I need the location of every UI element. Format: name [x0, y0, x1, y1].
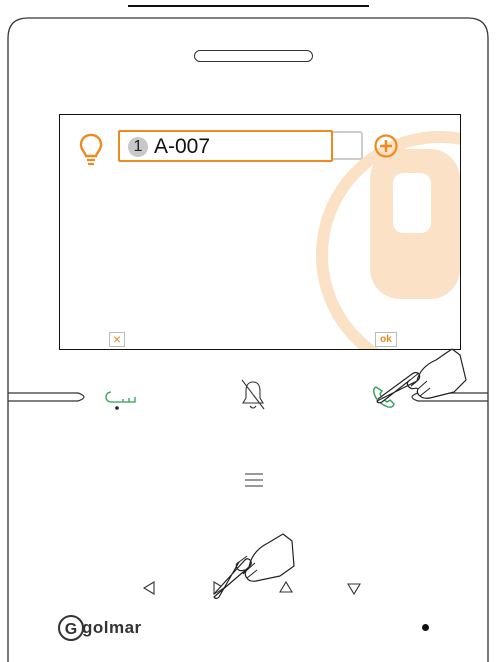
brand-logo-letter: G	[65, 621, 77, 638]
brand-logo-text: golmar	[82, 618, 142, 637]
status-led	[422, 624, 429, 631]
pointer-hand-arrow-icon	[213, 533, 295, 600]
brand-logo-mark: G	[58, 615, 84, 641]
